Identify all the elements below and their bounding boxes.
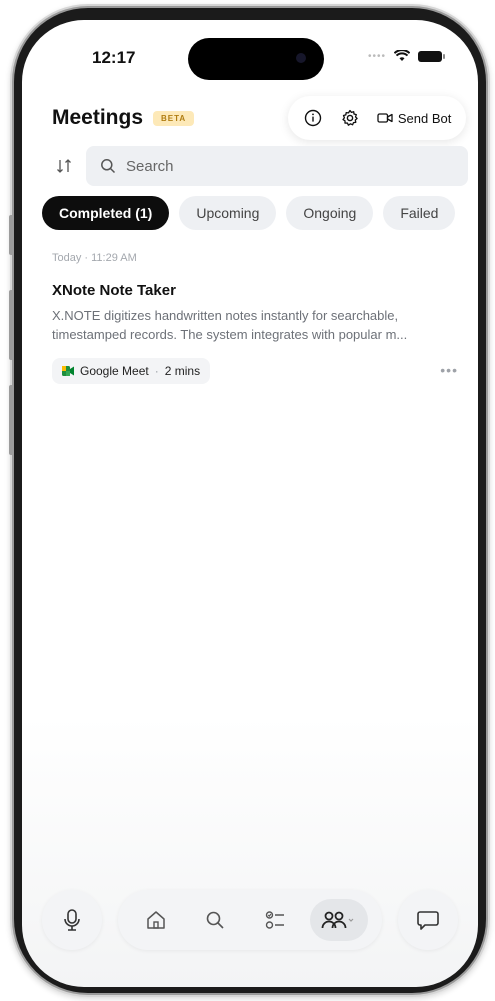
- info-icon[interactable]: [303, 108, 323, 128]
- camera-icon: [296, 53, 306, 63]
- phone-side-button: [9, 215, 14, 255]
- tab-ongoing[interactable]: Ongoing: [286, 196, 374, 230]
- page-title: Meetings: [52, 106, 144, 129]
- video-camera-icon: [377, 113, 393, 123]
- meeting-duration: 2 mins: [164, 364, 201, 378]
- microphone-icon[interactable]: [42, 890, 102, 950]
- search-icon: [101, 159, 116, 174]
- chat-icon[interactable]: [398, 890, 458, 950]
- search-icon[interactable]: [191, 899, 239, 941]
- tab-upcoming[interactable]: Upcoming: [179, 196, 277, 230]
- meeting-platform-chip: Google Meet · 2 mins: [52, 358, 211, 384]
- search-placeholder: Search: [126, 157, 174, 175]
- sort-icon[interactable]: [52, 154, 76, 178]
- google-meet-icon: [62, 366, 74, 376]
- nav-pill: [118, 890, 382, 950]
- more-options-icon[interactable]: •••: [440, 362, 458, 378]
- bottom-nav: [42, 890, 458, 950]
- separator-dot: ·: [154, 364, 159, 378]
- meeting-title: XNote Note Taker: [52, 282, 176, 299]
- home-icon[interactable]: [132, 899, 180, 941]
- header-actions: Send Bot: [288, 96, 466, 140]
- tab-failed[interactable]: Failed: [383, 196, 456, 230]
- filter-tabs: Completed (1) Upcoming Ongoing Failed: [42, 196, 456, 230]
- wifi-icon: [394, 50, 410, 61]
- phone-volume-down: [9, 385, 14, 455]
- search-input[interactable]: Search: [86, 146, 468, 186]
- search-row: Search: [52, 146, 468, 186]
- tasks-icon[interactable]: [251, 899, 299, 941]
- signal-icon: ••••: [367, 50, 386, 62]
- status-time: 12:17: [92, 48, 136, 67]
- phone-volume-up: [9, 290, 14, 360]
- meeting-description: X.NOTE digitizes handwritten notes insta…: [52, 308, 408, 342]
- meeting-platform: Google Meet: [80, 364, 149, 378]
- battery-icon: [418, 50, 445, 62]
- send-bot-label: Send Bot: [397, 110, 452, 126]
- meeting-timestamp: Today · 11:29 AM: [52, 252, 137, 264]
- page-header: Meetings BETA Send Bot: [52, 96, 466, 140]
- status-indicators: ••••: [367, 50, 445, 62]
- tab-completed[interactable]: Completed (1): [42, 196, 170, 230]
- send-bot-button[interactable]: Send Bot: [377, 110, 452, 126]
- gear-icon[interactable]: [340, 108, 360, 128]
- dynamic-island: [188, 38, 324, 80]
- beta-badge: BETA: [153, 110, 195, 126]
- app-screen: 12:17 •••• Meetings BETA Send Bot Search…: [22, 20, 478, 987]
- people-icon[interactable]: [310, 899, 369, 941]
